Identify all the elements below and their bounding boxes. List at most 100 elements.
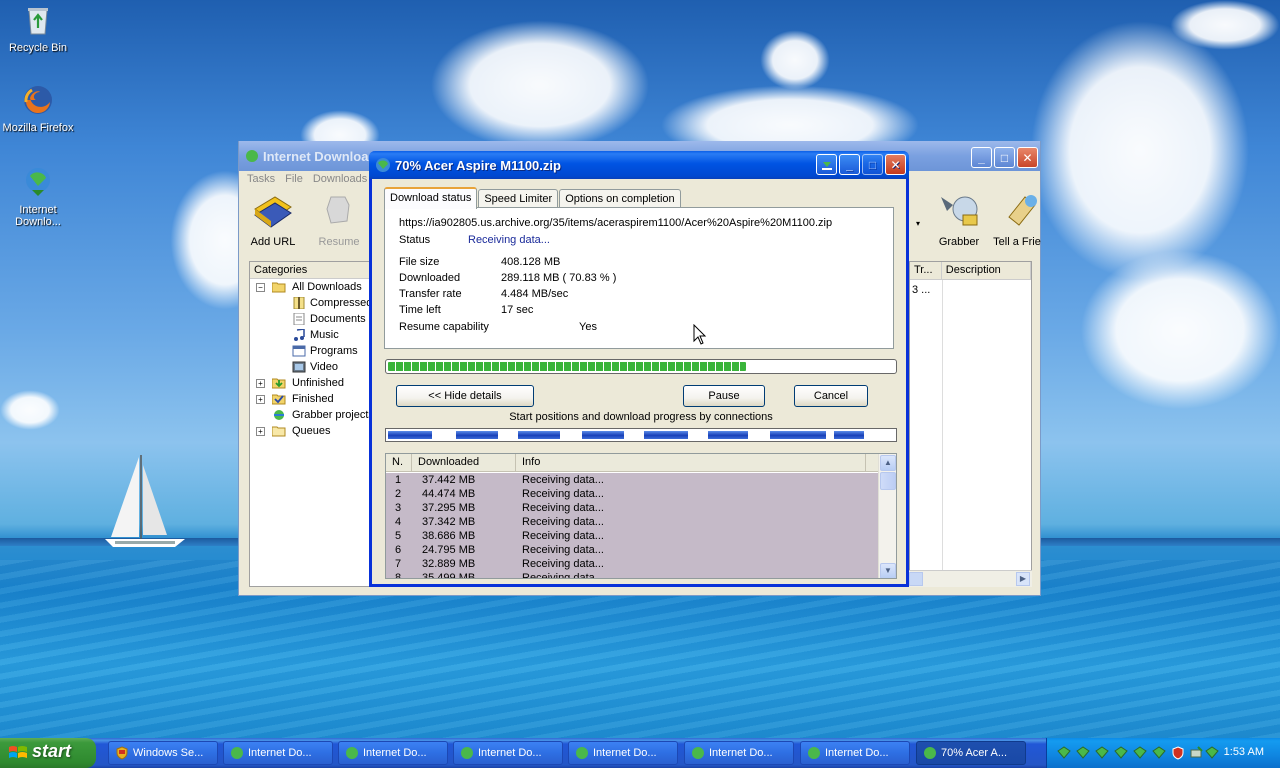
- tree-item-documents[interactable]: Documents: [250, 311, 372, 327]
- taskbar-button-label: Internet Do...: [593, 747, 657, 759]
- desktop-icon-firefox[interactable]: Mozilla Firefox: [0, 84, 76, 134]
- expand-icon[interactable]: +: [256, 379, 265, 388]
- tree-item-compressed[interactable]: Compressed: [250, 295, 372, 311]
- tab-download-status[interactable]: Download status: [384, 187, 478, 209]
- tree-item-label: Video: [310, 361, 338, 373]
- add-url-label: Add URL: [250, 236, 296, 248]
- taskbar-button-idm[interactable]: Internet Do...: [568, 741, 678, 765]
- scroll-thumb[interactable]: [909, 572, 923, 586]
- taskbar-button-acer-download[interactable]: 70% Acer A...: [916, 741, 1026, 765]
- idm-tray-icon[interactable]: [1152, 746, 1166, 760]
- windows-logo-icon: [9, 746, 27, 758]
- maximize-button[interactable]: □: [994, 147, 1015, 168]
- idm-tray-icon[interactable]: [1205, 746, 1219, 760]
- table-row[interactable]: 6 24.795 MB Receiving data...: [386, 543, 878, 557]
- column-number[interactable]: N.: [386, 454, 412, 471]
- connections-scrollbar[interactable]: ▲ ▼: [878, 454, 896, 578]
- tell-friend-button[interactable]: Tell a Frie: [991, 191, 1043, 248]
- idm-tray-icon[interactable]: [1076, 746, 1090, 760]
- table-row[interactable]: 2 44.474 MB Receiving data...: [386, 487, 878, 501]
- toolbar-dropdown-arrow-icon[interactable]: ▾: [916, 219, 920, 228]
- conn-number: 8: [395, 572, 402, 579]
- minimize-button[interactable]: _: [971, 147, 992, 168]
- downloaded-value: 289.118 MB ( 70.83 % ): [501, 272, 617, 284]
- tree-item-unfinished[interactable]: + Unfinished: [250, 375, 372, 391]
- idm-tray-icon[interactable]: [1095, 746, 1109, 760]
- tray-arrow-icon: [821, 161, 832, 170]
- tree-item-grabber-projects[interactable]: Grabber projects: [250, 407, 374, 423]
- conn-info: Receiving data...: [522, 572, 604, 579]
- conn-downloaded: 37.342 MB: [422, 516, 476, 528]
- scroll-right-icon[interactable]: ▶: [1016, 572, 1030, 586]
- menu-tasks[interactable]: Tasks: [247, 173, 275, 187]
- tree-item-label: Compressed: [310, 297, 373, 309]
- expand-icon[interactable]: +: [256, 427, 265, 436]
- taskbar-button-idm[interactable]: Internet Do...: [684, 741, 794, 765]
- desktop: Recycle Bin Mozilla Firefox Internet Dow…: [0, 0, 1280, 738]
- start-button[interactable]: start: [0, 738, 96, 768]
- hide-details-button[interactable]: << Hide details: [396, 385, 534, 407]
- idm-tray-icon[interactable]: [1057, 746, 1071, 760]
- desktop-icon-recycle-bin[interactable]: Recycle Bin: [0, 4, 76, 54]
- tab-speed-limiter[interactable]: Speed Limiter: [478, 189, 559, 209]
- taskbar-button-idm[interactable]: Internet Do...: [800, 741, 910, 765]
- security-shield-icon[interactable]: [1171, 746, 1185, 760]
- menu-downloads[interactable]: Downloads: [313, 173, 367, 187]
- close-button[interactable]: ✕: [1017, 147, 1038, 168]
- system-tray: 1:53 AM: [1046, 738, 1280, 768]
- tree-item-all-downloads[interactable]: − All Downloads: [250, 279, 372, 295]
- expand-icon[interactable]: +: [256, 395, 265, 404]
- tab-options-on-completion[interactable]: Options on completion: [559, 189, 681, 209]
- tree-item-programs[interactable]: Programs: [250, 343, 372, 359]
- shield-icon: [116, 746, 128, 760]
- taskbar-button-idm[interactable]: Internet Do...: [223, 741, 333, 765]
- resume-button[interactable]: Resume: [311, 191, 367, 248]
- idm-tray-icon[interactable]: [1133, 746, 1147, 760]
- column-downloaded[interactable]: Downloaded: [412, 454, 516, 471]
- idm-tray-icon[interactable]: [1114, 746, 1128, 760]
- table-row[interactable]: 7 32.889 MB Receiving data...: [386, 557, 878, 571]
- taskbar-button-idm[interactable]: Internet Do...: [453, 741, 563, 765]
- conn-info: Receiving data...: [522, 474, 604, 486]
- clock[interactable]: 1:53 AM: [1224, 746, 1264, 758]
- scroll-down-icon[interactable]: ▼: [880, 563, 896, 578]
- download-url: https://ia902805.us.archive.org/35/items…: [399, 217, 833, 229]
- grabber-button[interactable]: Grabber: [931, 191, 987, 248]
- tray-button[interactable]: [816, 154, 837, 175]
- horizontal-scrollbar[interactable]: ▶: [909, 570, 1032, 587]
- menu-file[interactable]: File: [285, 173, 303, 187]
- taskbar-button-windows-security[interactable]: Windows Se...: [108, 741, 218, 765]
- table-row[interactable]: 1 37.442 MB Receiving data...: [386, 473, 878, 487]
- column-transfer-rate[interactable]: Tr...: [910, 262, 942, 279]
- column-description[interactable]: Description: [942, 262, 1031, 279]
- document-icon: [293, 313, 305, 325]
- scroll-thumb[interactable]: [880, 472, 896, 490]
- connection-segment: [518, 431, 560, 439]
- safely-remove-hardware-icon[interactable]: [1189, 746, 1203, 760]
- pause-button[interactable]: Pause: [683, 385, 765, 407]
- minimize-button[interactable]: _: [839, 154, 860, 175]
- tree-item-queues[interactable]: + Queues: [250, 423, 372, 439]
- grabber-icon: [941, 196, 978, 226]
- table-row[interactable]: 5 38.686 MB Receiving data...: [386, 529, 878, 543]
- add-url-button[interactable]: Add URL: [245, 191, 301, 248]
- conn-info: Receiving data...: [522, 488, 604, 500]
- table-row[interactable]: 4 37.342 MB Receiving data...: [386, 515, 878, 529]
- tree-item-finished[interactable]: + Finished: [250, 391, 372, 407]
- status-label: Status: [399, 234, 431, 246]
- compressed-icon: [293, 297, 305, 309]
- music-icon: [294, 329, 305, 341]
- transfer-rate-value: 4.484 MB/sec: [501, 288, 569, 300]
- tree-item-music[interactable]: Music: [250, 327, 372, 343]
- dialog-titlebar[interactable]: 70% Acer Aspire M1100.zip _ □ ✕: [369, 151, 909, 179]
- taskbar-button-idm[interactable]: Internet Do...: [338, 741, 448, 765]
- collapse-icon[interactable]: −: [256, 283, 265, 292]
- close-button[interactable]: ✕: [885, 154, 906, 175]
- table-row[interactable]: 3 37.295 MB Receiving data...: [386, 501, 878, 515]
- desktop-icon-idm[interactable]: Internet Downlo...: [0, 166, 76, 228]
- column-info[interactable]: Info: [516, 454, 866, 471]
- cancel-button[interactable]: Cancel: [794, 385, 868, 407]
- scroll-up-icon[interactable]: ▲: [880, 455, 896, 471]
- table-row[interactable]: 8 35.499 MB Receiving data...: [386, 571, 878, 579]
- tree-item-video[interactable]: Video: [250, 359, 372, 375]
